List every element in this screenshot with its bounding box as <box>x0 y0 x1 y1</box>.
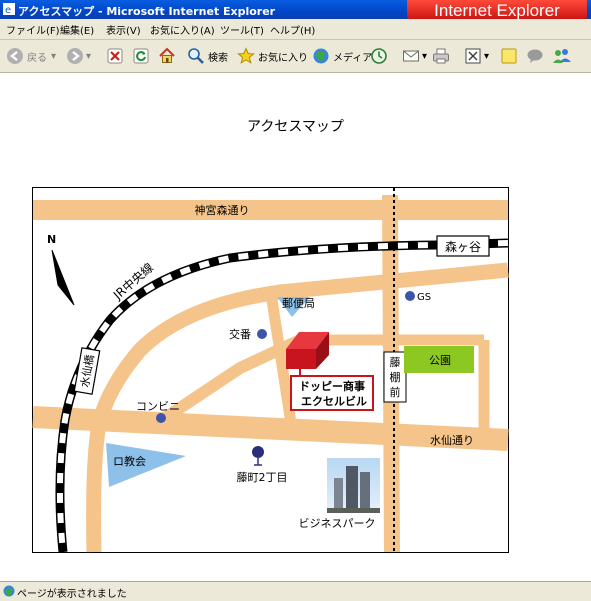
svg-text:藤: 藤 <box>390 356 401 369</box>
post-office-label: 郵便局 <box>282 297 315 310</box>
menu-view[interactable]: 表示(V) <box>106 22 141 37</box>
park: 公園 <box>404 346 474 373</box>
stop-button[interactable] <box>106 45 124 67</box>
back-dropdown-icon[interactable]: ▾ <box>51 51 56 62</box>
chat-bubble-icon <box>527 49 543 63</box>
history-button[interactable] <box>370 45 388 67</box>
star-icon <box>237 47 255 64</box>
mail-dropdown-icon[interactable]: ▾ <box>422 51 427 62</box>
home-icon <box>159 47 175 63</box>
page-heading: アクセスマップ <box>247 119 344 135</box>
search-button[interactable]: 検索 <box>187 45 228 67</box>
menu-tools[interactable]: ツール(T) <box>220 22 264 37</box>
stop-icon <box>107 48 123 64</box>
edit-dropdown-icon[interactable]: ▾ <box>484 51 489 62</box>
back-button[interactable]: 戻る ▾ <box>6 45 56 67</box>
road-label-jingumori: 神宮森通り <box>195 203 250 217</box>
forward-button[interactable]: ▾ <box>66 45 91 67</box>
svg-text:N: N <box>47 233 56 246</box>
media-icon <box>313 48 329 64</box>
refresh-icon <box>133 48 149 64</box>
history-icon <box>371 48 387 64</box>
status-bar: ページが表示されました <box>0 581 591 601</box>
page-done-icon <box>3 585 15 597</box>
ie-icon: e <box>3 3 15 15</box>
svg-text:前: 前 <box>390 385 401 399</box>
building-name-1: ドッピー商事 <box>299 379 365 393</box>
gs-label: GS <box>417 292 431 303</box>
messenger-button[interactable] <box>526 45 544 67</box>
search-icon <box>188 48 204 64</box>
police-label: 交番 <box>229 327 251 341</box>
edit-button[interactable]: ▾ <box>464 45 489 67</box>
station-morigaya: 森ヶ谷 <box>436 235 490 257</box>
menu-help[interactable]: ヘルプ(H) <box>270 22 315 37</box>
business-park-photo <box>327 458 380 513</box>
mail-icon <box>403 50 419 62</box>
road-label-fujidana: 藤 棚 前 <box>383 351 407 403</box>
menu-file[interactable]: ファイル(F) <box>6 22 60 37</box>
svg-text:e: e <box>5 5 11 15</box>
building-name-2: エクセルビル <box>301 394 367 408</box>
morigaya-label: 森ヶ谷 <box>445 239 481 254</box>
church-label: ロ教会 <box>113 455 146 468</box>
menu-favorites[interactable]: お気に入り(A) <box>150 22 215 37</box>
window-title: アクセスマップ - Microsoft Internet Explorer <box>18 5 276 18</box>
media-button[interactable]: メディア <box>312 45 372 67</box>
people-icon <box>553 49 571 63</box>
back-icon <box>7 48 23 64</box>
forward-dropdown-icon[interactable]: ▾ <box>86 51 91 62</box>
home-button[interactable] <box>158 45 176 67</box>
business-park-label: ビジネスパーク <box>299 517 376 530</box>
road-label-mizusen: 水仙通り <box>430 434 474 447</box>
status-text: ページが表示されました <box>17 589 127 600</box>
favorites-button[interactable]: お気に入り <box>237 45 308 67</box>
forward-icon <box>67 48 83 64</box>
contacts-button[interactable] <box>552 45 572 67</box>
toolbar: 戻る ▾ ▾ 検索 お気に入り メディア ▾ ▾ <box>0 40 591 73</box>
park-label: 公園 <box>429 354 451 367</box>
edit-page-icon <box>465 48 481 64</box>
convenience-label: コンビニ <box>136 400 180 413</box>
mail-button[interactable]: ▾ <box>402 45 427 67</box>
bus-stop-label: 藤町2丁目 <box>237 471 288 484</box>
refresh-button[interactable] <box>132 45 150 67</box>
menu-bar: ファイル(F) 編集(E) 表示(V) お気に入り(A) ツール(T) ヘルプ(… <box>0 19 591 40</box>
printer-icon <box>433 48 449 64</box>
police-box: 交番 <box>229 327 267 341</box>
note-icon <box>501 48 517 64</box>
title-bar: e アクセスマップ - Microsoft Internet Explorer … <box>0 0 591 22</box>
menu-edit[interactable]: 編集(E) <box>60 22 94 37</box>
print-button[interactable] <box>432 45 450 67</box>
svg-text:棚: 棚 <box>390 370 401 384</box>
access-map: 森ヶ谷 水仙橋 JR中央線 神宮森通り 水仙通り 藤 棚 前 N 郵便局 交番 … <box>32 187 509 553</box>
discuss-button[interactable] <box>500 45 518 67</box>
